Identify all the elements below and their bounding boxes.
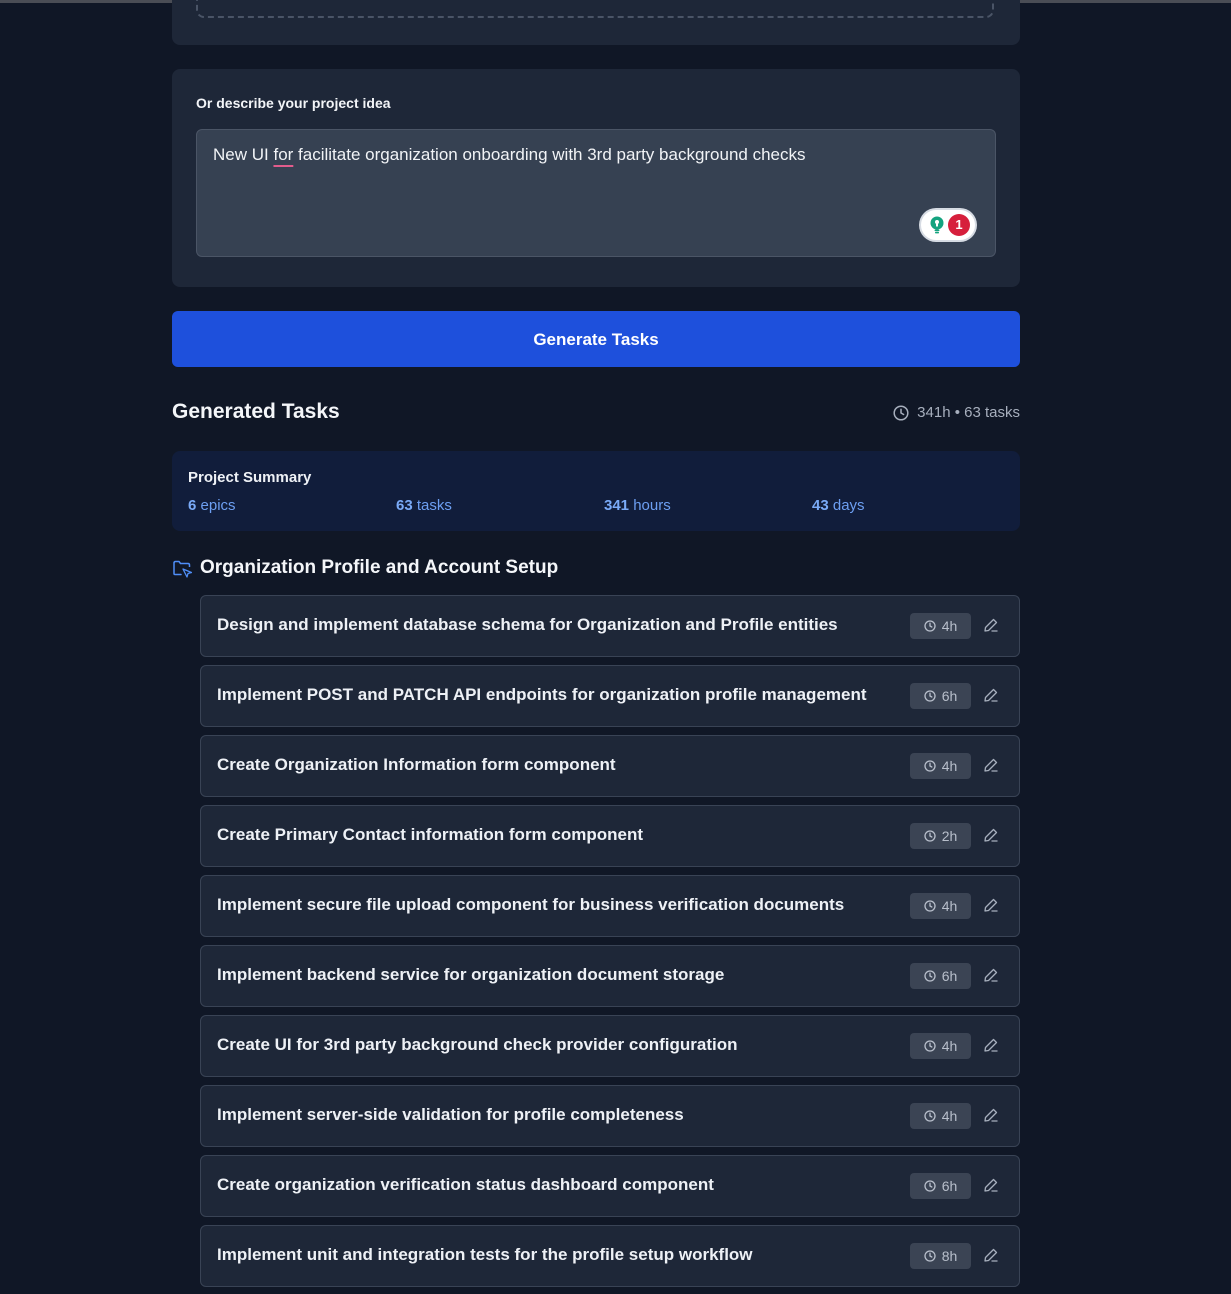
task-hours: 6h bbox=[941, 968, 958, 984]
task-hours-badge: 4h bbox=[910, 753, 971, 779]
generated-totals: 341h • 63 tasks bbox=[893, 404, 1020, 421]
idea-text-start: New UI bbox=[213, 145, 274, 164]
task-hours: 2h bbox=[941, 828, 958, 844]
pencil-icon[interactable] bbox=[983, 1037, 999, 1053]
task-row[interactable]: Create Organization Information form com… bbox=[200, 735, 1020, 797]
task-hours: 6h bbox=[941, 688, 958, 704]
grammar-issue-count: 1 bbox=[948, 214, 970, 236]
clock-icon bbox=[924, 970, 936, 982]
task-row[interactable]: Implement POST and PATCH API endpoints f… bbox=[200, 665, 1020, 727]
pencil-icon[interactable] bbox=[983, 1177, 999, 1193]
project-idea-textarea[interactable]: New UI for facilitate organization onboa… bbox=[196, 129, 996, 257]
grammar-checker-widget[interactable]: 1 bbox=[921, 210, 975, 240]
task-hours-badge: 6h bbox=[910, 963, 971, 989]
task-row[interactable]: Create Primary Contact information form … bbox=[200, 805, 1020, 867]
task-hours: 4h bbox=[941, 1108, 958, 1124]
task-hours-badge: 4h bbox=[910, 1033, 971, 1059]
task-row[interactable]: Implement backend service for organizati… bbox=[200, 945, 1020, 1007]
task-hours: 4h bbox=[941, 898, 958, 914]
clock-icon bbox=[924, 900, 936, 912]
clock-icon bbox=[893, 404, 909, 421]
project-idea-card: Or describe your project idea New UI for… bbox=[172, 69, 1020, 287]
epic-title: Organization Profile and Account Setup bbox=[200, 557, 559, 578]
task-title: Implement unit and integration tests for… bbox=[217, 1245, 753, 1264]
spelling-flagged-word[interactable]: for bbox=[273, 145, 293, 164]
task-hours-badge: 6h bbox=[910, 683, 971, 709]
lightbulb-icon bbox=[930, 216, 944, 234]
clock-icon bbox=[924, 690, 936, 702]
task-hours: 4h bbox=[941, 618, 958, 634]
summary-days-stat: 43 days bbox=[812, 497, 865, 514]
pencil-icon[interactable] bbox=[983, 1107, 999, 1123]
task-title: Implement POST and PATCH API endpoints f… bbox=[217, 685, 867, 704]
task-row[interactable]: Implement secure file upload component f… bbox=[200, 875, 1020, 937]
idea-text-end: facilitate organization onboarding with … bbox=[293, 145, 806, 164]
epic-header[interactable]: Organization Profile and Account Setup bbox=[172, 557, 558, 579]
generate-tasks-button[interactable]: Generate Tasks bbox=[172, 311, 1020, 367]
task-row[interactable]: Create organization verification status … bbox=[200, 1155, 1020, 1217]
task-hours-badge: 4h bbox=[910, 893, 971, 919]
pencil-icon[interactable] bbox=[983, 967, 999, 983]
summary-epics-stat: 6 epics bbox=[188, 497, 236, 514]
clock-icon bbox=[924, 620, 936, 632]
project-summary-card: Project Summary 6 epics 63 tasks 341 hou… bbox=[172, 451, 1020, 531]
folder-icon bbox=[173, 560, 192, 578]
task-row[interactable]: Implement server-side validation for pro… bbox=[200, 1085, 1020, 1147]
clock-icon bbox=[924, 1180, 936, 1192]
generated-tasks-title: Generated Tasks bbox=[172, 400, 340, 423]
task-hours: 6h bbox=[941, 1178, 958, 1194]
task-hours: 4h bbox=[941, 1038, 958, 1054]
task-row[interactable]: Design and implement database schema for… bbox=[200, 595, 1020, 657]
task-title: Create Organization Information form com… bbox=[217, 755, 616, 774]
generated-totals-text: 341h • 63 tasks bbox=[917, 404, 1020, 421]
task-row[interactable]: Create UI for 3rd party background check… bbox=[200, 1015, 1020, 1077]
task-hours-badge: 4h bbox=[910, 1103, 971, 1129]
summary-tasks-stat: 63 tasks bbox=[396, 497, 452, 514]
file-dropzone[interactable] bbox=[196, 0, 994, 18]
summary-hours-stat: 341 hours bbox=[604, 497, 671, 514]
task-title: Create Primary Contact information form … bbox=[217, 825, 644, 844]
task-title: Implement secure file upload component f… bbox=[217, 895, 845, 914]
task-title: Implement server-side validation for pro… bbox=[217, 1105, 684, 1124]
pencil-icon[interactable] bbox=[983, 897, 999, 913]
project-summary-title: Project Summary bbox=[188, 469, 312, 486]
project-idea-label: Or describe your project idea bbox=[196, 95, 391, 111]
task-title: Create UI for 3rd party background check… bbox=[217, 1035, 738, 1054]
task-hours-badge: 6h bbox=[910, 1173, 971, 1199]
clock-icon bbox=[924, 760, 936, 772]
pencil-icon[interactable] bbox=[983, 687, 999, 703]
task-hours-badge: 4h bbox=[910, 613, 971, 639]
task-title: Design and implement database schema for… bbox=[217, 615, 838, 634]
clock-icon bbox=[924, 830, 936, 842]
pencil-icon[interactable] bbox=[983, 757, 999, 773]
file-upload-card bbox=[172, 0, 1020, 45]
task-hours: 8h bbox=[941, 1248, 958, 1264]
task-hours: 4h bbox=[941, 758, 958, 774]
task-title: Implement backend service for organizati… bbox=[217, 965, 725, 984]
pencil-icon[interactable] bbox=[983, 1247, 999, 1263]
task-row[interactable]: Implement unit and integration tests for… bbox=[200, 1225, 1020, 1287]
clock-icon bbox=[924, 1250, 936, 1262]
task-hours-badge: 2h bbox=[910, 823, 971, 849]
pencil-icon[interactable] bbox=[983, 617, 999, 633]
clock-icon bbox=[924, 1110, 936, 1122]
task-title: Create organization verification status … bbox=[217, 1175, 714, 1194]
task-hours-badge: 8h bbox=[910, 1243, 971, 1269]
pencil-icon[interactable] bbox=[983, 827, 999, 843]
clock-icon bbox=[924, 1040, 936, 1052]
